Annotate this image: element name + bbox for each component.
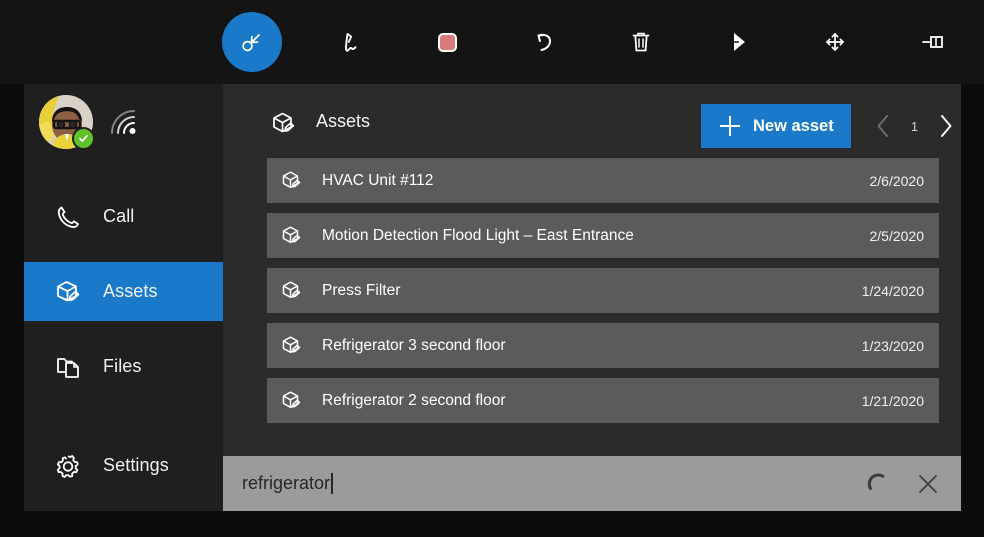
avatar[interactable] — [39, 95, 95, 150]
asset-date: 2/5/2020 — [869, 227, 925, 244]
add-asset-label: New asset — [753, 116, 834, 135]
pagination: 1 — [868, 104, 961, 148]
asset-row[interactable]: Motion Detection Flood Light – East Entr… — [267, 213, 939, 258]
pagination-next-button[interactable] — [931, 104, 961, 148]
assets-box-icon — [271, 110, 303, 140]
asset-name: Motion Detection Flood Light – East Entr… — [322, 226, 634, 244]
asset-date: 1/23/2020 — [861, 337, 924, 354]
assets-box-icon — [280, 223, 308, 249]
select-cursor-icon — [237, 27, 267, 57]
profile-row — [24, 84, 223, 158]
app-window: Call Assets Files Settings Assets New as… — [24, 84, 961, 511]
plus-icon — [720, 116, 740, 136]
chevron-left-icon — [877, 115, 888, 137]
pin-icon — [917, 26, 949, 58]
toolbar-send-button[interactable] — [708, 12, 768, 72]
asset-name: HVAC Unit #112 — [322, 171, 434, 189]
sidebar-item-label: Call — [103, 206, 135, 226]
sidebar-item-label: Files — [103, 356, 142, 376]
toolbar-delete-button[interactable] — [611, 12, 671, 72]
check-icon — [79, 134, 88, 142]
color-swatch-icon — [430, 25, 464, 59]
sidebar-item-assets[interactable]: Assets — [24, 262, 223, 321]
content-header: Assets New asset 1 — [223, 84, 961, 158]
asset-row[interactable]: Press Filter 1/24/2020 — [267, 268, 939, 313]
toolbar-ink-button[interactable] — [320, 12, 380, 72]
toolbar-color-button[interactable] — [417, 12, 477, 72]
content-panel: Assets New asset 1 HVAC Unit #112 2/6/20… — [223, 84, 961, 511]
wifi-icon — [107, 106, 141, 138]
files-icon — [49, 353, 87, 381]
sidebar-item-files[interactable]: Files — [24, 337, 223, 396]
pagination-prev-button[interactable] — [868, 104, 898, 148]
toolbar-undo-button[interactable] — [514, 12, 574, 72]
sidebar-item-label: Settings — [103, 455, 169, 475]
asset-row[interactable]: Refrigerator 2 second floor 1/21/2020 — [267, 378, 939, 423]
assets-box-icon — [49, 278, 87, 306]
asset-row[interactable]: Refrigerator 3 second floor 1/23/2020 — [267, 323, 939, 368]
search-bar[interactable]: refrigerator — [223, 456, 961, 511]
text-caret — [331, 473, 333, 494]
search-loading-spinner — [853, 456, 903, 511]
search-input-value: refrigerator — [242, 473, 331, 493]
trash-icon — [626, 27, 656, 57]
toolbar-select-button[interactable] — [222, 12, 282, 72]
status-badge — [72, 127, 95, 150]
phone-icon — [49, 203, 87, 231]
move-icon — [820, 27, 850, 57]
asset-list: HVAC Unit #112 2/6/2020 Motion Detection F… — [223, 158, 961, 433]
add-asset-button[interactable]: New asset — [701, 104, 851, 148]
asset-name: Refrigerator 2 second floor — [322, 391, 506, 409]
assets-box-icon — [280, 278, 308, 304]
pagination-page-number: 1 — [910, 118, 919, 134]
app-screen: Call Assets Files Settings Assets New as… — [0, 0, 984, 537]
toolbar-pin-button[interactable] — [903, 12, 963, 72]
sidebar-item-label: Assets — [103, 281, 158, 301]
undo-icon — [527, 25, 561, 59]
assets-box-icon — [280, 168, 308, 194]
sidebar: Call Assets Files Settings — [24, 84, 223, 511]
spinner-icon — [867, 472, 885, 490]
asset-name: Press Filter — [322, 281, 401, 299]
asset-date: 1/24/2020 — [861, 282, 924, 299]
asset-date: 1/21/2020 — [861, 392, 924, 409]
asset-date: 2/6/2020 — [869, 172, 925, 189]
toolbar-move-button[interactable] — [805, 12, 865, 72]
sidebar-item-settings[interactable]: Settings — [24, 436, 223, 495]
asset-row[interactable]: HVAC Unit #112 2/6/2020 — [267, 158, 939, 203]
chevron-right-icon — [941, 115, 952, 137]
search-clear-button[interactable] — [903, 456, 953, 511]
top-toolbar — [0, 0, 984, 84]
asset-name: Refrigerator 3 second floor — [322, 336, 506, 354]
search-input[interactable]: refrigerator — [242, 473, 853, 494]
assets-box-icon — [280, 333, 308, 359]
send-icon — [723, 27, 753, 57]
gear-icon — [49, 452, 87, 480]
page-title: Assets — [316, 111, 371, 131]
assets-box-icon — [280, 388, 308, 414]
sidebar-item-call[interactable]: Call — [24, 187, 223, 246]
ink-pen-icon — [333, 25, 367, 59]
close-icon — [919, 474, 937, 493]
